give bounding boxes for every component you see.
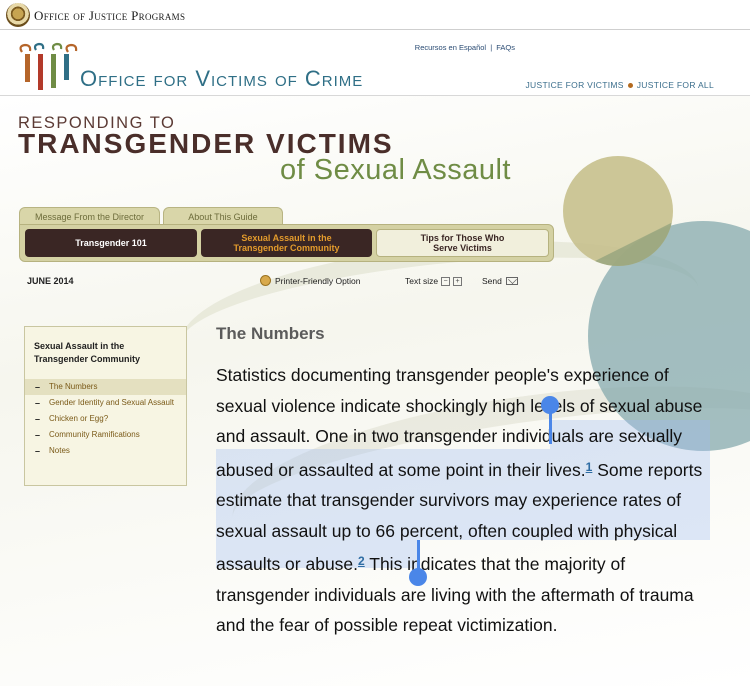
envelope-icon [505, 277, 518, 285]
selection-start-caret[interactable] [549, 410, 552, 444]
tagline: JUSTICE FOR VICTIMS JUSTICE FOR ALL [525, 80, 714, 90]
ovc-title[interactable]: Office for Victims of Crime [80, 66, 363, 92]
doj-seal-icon[interactable] [6, 3, 30, 27]
dash-bullet-icon: – [35, 382, 41, 392]
publication-date: JUNE 2014 [27, 276, 74, 286]
dash-bullet-icon: – [35, 446, 41, 456]
sidebar: Sexual Assault in the Transgender Commun… [24, 326, 187, 486]
section-title: The Numbers [216, 324, 325, 343]
dash-bullet-icon: – [35, 398, 41, 408]
text-size-control: Text size − + [405, 276, 463, 286]
printer-friendly-link[interactable]: Printer-Friendly Option [260, 275, 361, 286]
sidebar-item-label: Chicken or Egg? [49, 414, 109, 423]
selection-end-handle-icon[interactable] [409, 568, 427, 586]
text-size-decrease-icon[interactable]: − [441, 276, 451, 286]
nav-tips-line1: Tips for Those Who [420, 233, 505, 243]
sidebar-item-community-ramifications[interactable]: – Community Ramifications [25, 427, 186, 443]
nav-transgender-101-label: Transgender 101 [75, 238, 147, 248]
top-links: Recursos en Español | FAQs [414, 43, 516, 52]
ovc-columns-logo-icon[interactable] [16, 42, 78, 92]
sidebar-item-chicken-or-egg[interactable]: – Chicken or Egg? [25, 411, 186, 427]
body-paragraph[interactable]: Statistics documenting transgender peopl… [216, 360, 716, 641]
footnote-link-2[interactable]: 2 [358, 554, 365, 568]
sidebar-item-label: Notes [49, 446, 70, 455]
nav-transgender-101[interactable]: Transgender 101 [25, 229, 197, 257]
ojp-title[interactable]: Office of Justice Programs [34, 8, 185, 24]
ojp-header: Office of Justice Programs [0, 0, 750, 30]
tagline-right: JUSTICE FOR ALL [636, 80, 714, 90]
sidebar-item-the-numbers[interactable]: – The Numbers [25, 379, 186, 395]
send-link[interactable]: Send [482, 276, 518, 286]
text-size-label: Text size [405, 276, 439, 286]
dash-bullet-icon: – [35, 414, 41, 424]
bullet-dot-icon [627, 83, 633, 89]
faqs-link[interactable]: FAQs [496, 43, 515, 52]
nav-tips-line2: Serve Victims [433, 243, 492, 253]
sidebar-item-label: Gender Identity and Sexual Assault [49, 398, 174, 407]
nav-sa-line1: Sexual Assault in the [241, 233, 332, 243]
spanish-link[interactable]: Recursos en Español [415, 43, 486, 52]
nav-tips-for-service-providers[interactable]: Tips for Those Who Serve Victims [376, 229, 549, 257]
printer-icon [260, 275, 271, 286]
sidebar-heading: Sexual Assault in the Transgender Commun… [34, 341, 141, 364]
link-separator: | [490, 43, 493, 52]
printer-friendly-label: Printer-Friendly Option [275, 275, 361, 286]
sidebar-list: – The Numbers – Gender Identity and Sexu… [25, 379, 186, 459]
send-label: Send [482, 276, 502, 286]
banner-line-sexual-assault: of Sexual Assault [280, 154, 511, 186]
tagline-left: JUSTICE FOR VICTIMS [525, 80, 624, 90]
text-size-increase-icon[interactable]: + [453, 276, 463, 286]
nav-sexual-assault-community[interactable]: Sexual Assault in the Transgender Commun… [201, 229, 372, 257]
sidebar-item-label: Community Ramifications [49, 430, 140, 439]
sidebar-item-notes[interactable]: – Notes [25, 443, 186, 459]
nav-sa-line2: Transgender Community [233, 243, 340, 253]
ovc-header: Office for Victims of Crime Recursos en … [0, 30, 750, 96]
dash-bullet-icon: – [35, 430, 41, 440]
sidebar-item-gender-identity[interactable]: – Gender Identity and Sexual Assault [25, 395, 186, 411]
sidebar-item-label: The Numbers [49, 382, 98, 391]
